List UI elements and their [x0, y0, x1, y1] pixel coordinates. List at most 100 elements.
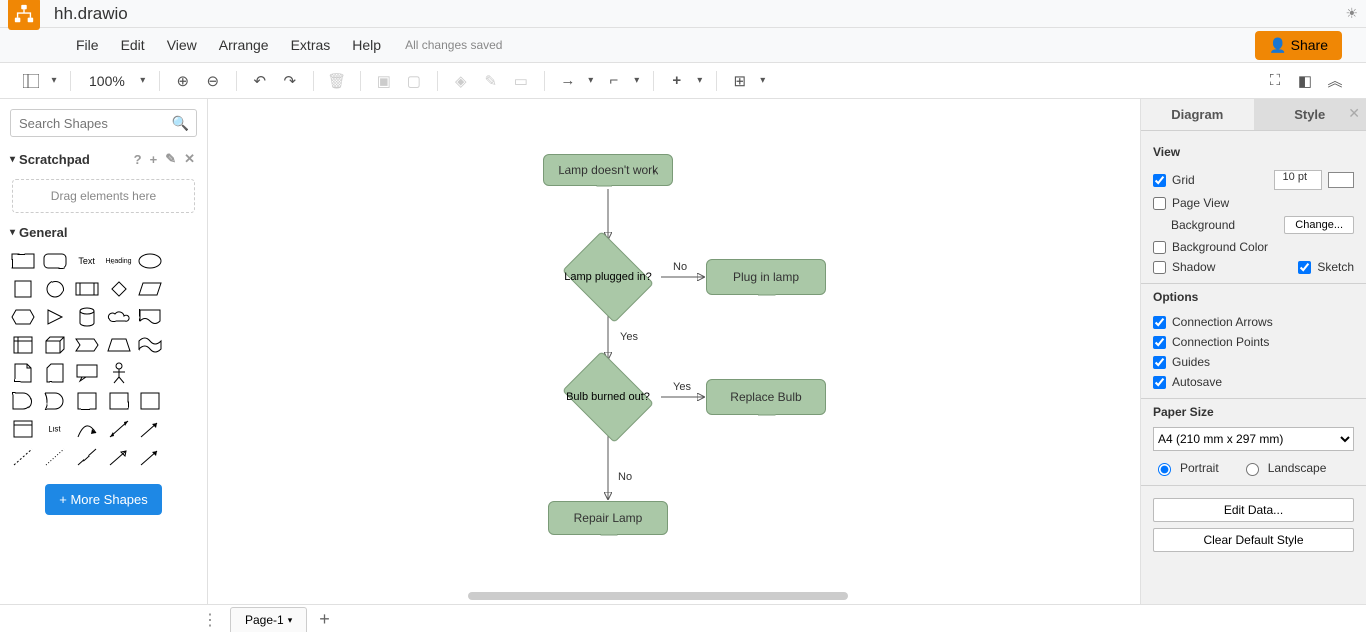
theme-icon[interactable]: ☀	[1345, 5, 1358, 22]
help-icon[interactable]: ?	[132, 152, 144, 167]
shape-datastore[interactable]	[74, 390, 100, 412]
shape-trapezoid[interactable]	[106, 334, 132, 356]
shape-callout[interactable]	[74, 362, 100, 384]
node-replace-bulb[interactable]: Replace Bulb	[706, 379, 826, 415]
shape-text[interactable]: Text	[74, 250, 100, 272]
chevron-down-icon[interactable]: ▾	[585, 68, 597, 94]
add-page-button[interactable]: +	[307, 609, 342, 630]
close-icon[interactable]: ✕	[182, 151, 197, 167]
menu-edit[interactable]: Edit	[113, 33, 153, 57]
guides-checkbox[interactable]	[1153, 356, 1166, 369]
shape-triangle[interactable]	[42, 306, 68, 328]
clear-style-button[interactable]: Clear Default Style	[1153, 528, 1354, 552]
shape-list[interactable]	[10, 418, 36, 440]
shape-container2[interactable]	[137, 390, 163, 412]
to-front-icon[interactable]: ▣	[371, 68, 397, 94]
insert-icon[interactable]: +	[664, 68, 690, 94]
scrollbar-horizontal[interactable]	[468, 592, 848, 600]
sketch-checkbox[interactable]	[1298, 261, 1311, 274]
shape-blank5[interactable]	[137, 362, 163, 384]
share-button[interactable]: 👤 Share	[1255, 31, 1342, 60]
fill-icon[interactable]: ◈	[448, 68, 474, 94]
scratchpad-header[interactable]: ▾ Scratchpad ? + ✎ ✕	[0, 147, 207, 171]
shape-line[interactable]	[74, 446, 100, 468]
node-plug-in-lamp[interactable]: Plug in lamp	[706, 259, 826, 295]
search-input[interactable]	[10, 109, 197, 137]
shape-ellipse[interactable]	[137, 250, 163, 272]
bgcolor-checkbox[interactable]	[1153, 241, 1166, 254]
general-header[interactable]: ▾ General	[0, 221, 207, 244]
menu-view[interactable]: View	[159, 33, 205, 57]
connection-icon[interactable]: →	[555, 68, 581, 94]
menu-file[interactable]: File	[68, 33, 107, 57]
shape-and[interactable]	[10, 390, 36, 412]
shape-blank4[interactable]	[169, 334, 195, 356]
close-icon[interactable]: ✕	[1348, 105, 1360, 122]
grid-checkbox[interactable]	[1153, 174, 1166, 187]
shape-heading[interactable]: Heading	[106, 250, 132, 272]
menu-arrange[interactable]: Arrange	[211, 33, 277, 57]
shape-blank7[interactable]	[169, 390, 195, 412]
format-panel-icon[interactable]: ◧	[1292, 68, 1318, 94]
shape-or[interactable]	[42, 390, 68, 412]
zoom-out-icon[interactable]: ⊖	[200, 68, 226, 94]
more-shapes-button[interactable]: + More Shapes	[45, 484, 162, 515]
shape-cube[interactable]	[42, 334, 68, 356]
canvas[interactable]: Lamp doesn't work Lamp plugged in? No Pl…	[208, 99, 1140, 604]
zoom-in-icon[interactable]: ⊕	[170, 68, 196, 94]
shape-link[interactable]	[106, 446, 132, 468]
node-repair-lamp[interactable]: Repair Lamp	[548, 501, 668, 535]
page-tab-1[interactable]: Page-1 ▾	[230, 607, 307, 632]
change-background-button[interactable]: Change...	[1284, 216, 1354, 234]
shape-directional[interactable]	[137, 446, 163, 468]
pages-menu-icon[interactable]: ⋮	[190, 610, 230, 630]
shape-square[interactable]	[10, 278, 36, 300]
shape-container[interactable]	[106, 390, 132, 412]
edit-icon[interactable]: ✎	[163, 151, 178, 167]
shadow-icon[interactable]: ▭	[508, 68, 534, 94]
shape-process[interactable]	[74, 278, 100, 300]
add-icon[interactable]: +	[148, 152, 160, 167]
sidebar-toggle-icon[interactable]	[18, 68, 44, 94]
edit-data-button[interactable]: Edit Data...	[1153, 498, 1354, 522]
line-color-icon[interactable]: ✎	[478, 68, 504, 94]
conn-points-checkbox[interactable]	[1153, 336, 1166, 349]
menu-extras[interactable]: Extras	[283, 33, 339, 57]
node-bulb-burned-out[interactable]: Bulb burned out?	[553, 357, 663, 437]
paper-size-select[interactable]: A4 (210 mm x 297 mm)	[1153, 427, 1354, 451]
collapse-icon[interactable]: ︽	[1322, 68, 1348, 94]
scratchpad-dropzone[interactable]: Drag elements here	[12, 179, 195, 213]
landscape-radio[interactable]	[1246, 463, 1259, 476]
pageview-checkbox[interactable]	[1153, 197, 1166, 210]
chevron-down-icon[interactable]: ▾	[694, 68, 706, 94]
shape-tape[interactable]	[137, 334, 163, 356]
fullscreen-icon[interactable]: ⛶	[1262, 68, 1288, 94]
shape-diamond[interactable]	[106, 278, 132, 300]
shape-blank2[interactable]	[169, 278, 195, 300]
autosave-checkbox[interactable]	[1153, 376, 1166, 389]
shadow-checkbox[interactable]	[1153, 261, 1166, 274]
delete-icon[interactable]: 🗑	[324, 68, 350, 94]
table-icon[interactable]: ⊞	[727, 68, 753, 94]
shape-curve[interactable]	[74, 418, 100, 440]
shape-list-item[interactable]: List	[42, 418, 68, 440]
shape-rounded-rect[interactable]	[42, 250, 68, 272]
shape-arrow[interactable]	[137, 418, 163, 440]
node-lamp-plugged-in[interactable]: Lamp plugged in?	[553, 237, 663, 317]
shape-rect[interactable]	[10, 250, 36, 272]
shape-dotted[interactable]	[42, 446, 68, 468]
chevron-down-icon[interactable]: ▾	[137, 68, 149, 94]
undo-icon[interactable]: ↶	[247, 68, 273, 94]
grid-color-swatch[interactable]	[1328, 172, 1354, 188]
shape-blank8[interactable]	[169, 418, 195, 440]
chevron-down-icon[interactable]: ▾	[757, 68, 769, 94]
shape-cylinder[interactable]	[74, 306, 100, 328]
conn-arrows-checkbox[interactable]	[1153, 316, 1166, 329]
shape-note[interactable]	[10, 362, 36, 384]
shape-cloud[interactable]	[106, 306, 132, 328]
shape-parallelogram[interactable]	[137, 278, 163, 300]
shape-blank3[interactable]	[169, 306, 195, 328]
shape-card[interactable]	[42, 362, 68, 384]
shape-hexagon[interactable]	[10, 306, 36, 328]
shape-bidirectional[interactable]	[106, 418, 132, 440]
